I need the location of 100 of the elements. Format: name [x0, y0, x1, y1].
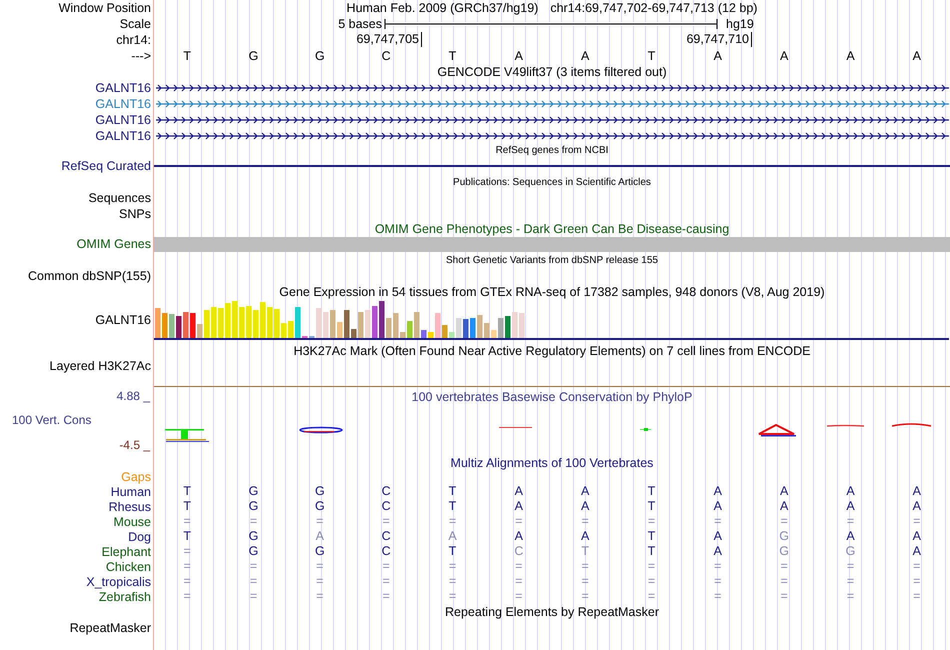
track-title: Multiz Alignments of 100 Vertebrates	[450, 455, 654, 469]
alignment-base: A	[514, 499, 523, 514]
alignment-base: =	[184, 574, 191, 589]
alignment-base: =	[515, 514, 522, 529]
alignment-base: =	[582, 514, 589, 529]
alignment-base: A	[714, 529, 722, 544]
alignment-base: A	[448, 529, 457, 544]
alignment-base: G	[248, 499, 258, 514]
alignment-base: A	[846, 484, 855, 499]
alignment-base: =	[780, 574, 788, 589]
scale-length: 5 bases	[338, 16, 382, 32]
alignment-base: =	[448, 559, 456, 574]
alignment-base: =	[448, 574, 456, 589]
alignment-base: =	[648, 559, 656, 574]
track-label: 100 Vert. Cons	[12, 412, 92, 428]
track-title: Publications: Sequences in Scientific Articles	[453, 176, 651, 190]
track-title: Short Genetic Variants from dbSNP release 155	[446, 254, 658, 268]
alignment-base: =	[780, 514, 788, 529]
base-letter: A	[912, 48, 921, 64]
alignment-base: =	[913, 559, 920, 574]
alignment-base: =	[515, 559, 522, 574]
alignment-base: =	[184, 514, 191, 529]
alignment-base: =	[582, 559, 589, 574]
species-label: Human	[110, 484, 151, 499]
alignment-base: =	[382, 514, 390, 529]
base-letter: A	[514, 48, 523, 64]
alignment-base: =	[250, 514, 258, 529]
alignment-base: A	[714, 484, 722, 499]
alignment-base: A	[846, 529, 855, 544]
track-title: RefSeq genes from NCBI	[496, 144, 608, 158]
alignment-base: =	[515, 574, 522, 589]
alignment-base: =	[714, 514, 722, 529]
track-title: GENCODE V49lift37 (3 items filtered out)	[437, 64, 667, 80]
species-label: Elephant	[102, 544, 151, 559]
alignment-base: A	[580, 499, 590, 514]
track-label: OMIM Genes	[76, 236, 151, 252]
alignment-base: =	[846, 559, 854, 574]
alignment-base: =	[448, 514, 456, 529]
base-letter: A	[846, 48, 855, 64]
alignment-base: =	[780, 559, 788, 574]
alignment-base: T	[183, 529, 191, 544]
base-letter: G	[248, 48, 258, 64]
alignment-base: G	[314, 499, 325, 514]
alignment-base: T	[448, 484, 456, 499]
alignment-base: G	[779, 544, 790, 559]
gene-label: GALNT16	[95, 112, 151, 128]
alignment-base: T	[648, 544, 656, 559]
alignment-base: T	[183, 484, 191, 499]
alignment-base: A	[912, 529, 921, 544]
alignment-base: T	[183, 499, 191, 514]
axis-max-label: 4.88 _	[116, 388, 150, 404]
alignment-base: =	[648, 514, 656, 529]
ruler-tick-label: 69,747,705	[356, 32, 422, 47]
base-letter: T	[448, 48, 456, 64]
alignment-base: A	[846, 499, 855, 514]
alignment-base: =	[448, 589, 456, 604]
gene-label: GALNT16	[95, 96, 151, 112]
alignment-base: G	[248, 529, 258, 544]
track-label: RefSeq Curated	[61, 158, 151, 174]
alignment-base: A	[780, 499, 788, 514]
track-label: RepeatMasker	[70, 620, 151, 636]
track-label: --->	[131, 48, 151, 64]
alignment-base: =	[913, 514, 920, 529]
alignment-base: =	[316, 514, 324, 529]
alignment-base: A	[514, 484, 523, 499]
alignment-base: C	[382, 529, 391, 544]
alignment-base: A	[580, 529, 590, 544]
alignment-base: =	[382, 559, 390, 574]
base-letter: G	[314, 48, 325, 64]
alignment-base: G	[779, 529, 790, 544]
base-letter: A	[714, 48, 722, 64]
alignment-base: =	[316, 574, 324, 589]
species-label: Mouse	[113, 514, 151, 529]
track-title: Gene Expression in 54 tissues from GTEx RNA-seq of 17382 samples, 948 donors (V8, Aug 2019)	[279, 284, 825, 300]
alignment-base: T	[581, 544, 589, 559]
track-label: Layered H3K27Ac	[50, 358, 151, 374]
base-letter: A	[780, 48, 788, 64]
alignment-base: C	[382, 544, 391, 559]
alignment-base: =	[250, 589, 258, 604]
gene-label: GALNT16	[95, 80, 151, 96]
alignment-base: =	[714, 574, 722, 589]
alignment-base: =	[648, 589, 656, 604]
alignment-base: =	[250, 559, 258, 574]
alignment-base: C	[514, 544, 524, 559]
alignment-base: A	[714, 544, 722, 559]
species-label: Chicken	[106, 559, 151, 574]
alignment-base: A	[580, 484, 590, 499]
alignment-base: A	[780, 484, 788, 499]
alignment-base: =	[714, 589, 722, 604]
alignment-base: =	[913, 574, 920, 589]
alignment-base: =	[846, 589, 854, 604]
position-text: chr14:69,747,702-69,747,713 (12 bp)	[550, 0, 758, 16]
alignment-base: =	[515, 589, 522, 604]
track-title: OMIM Gene Phenotypes - Dark Green Can Be Disease-causing	[374, 222, 730, 236]
alignment-base: =	[316, 559, 324, 574]
alignment-base: =	[648, 574, 656, 589]
alignment-base: A	[316, 529, 324, 544]
track-label: chr14:	[116, 32, 151, 48]
species-label: Dog	[128, 529, 151, 544]
alignment-base: =	[846, 574, 854, 589]
